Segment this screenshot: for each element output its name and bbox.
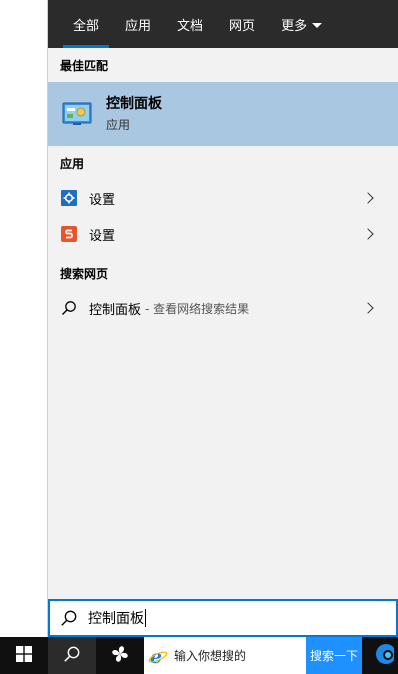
- tab-all[interactable]: 全部: [60, 0, 112, 48]
- edge-browser-button[interactable]: [362, 637, 396, 674]
- search-icon: [61, 300, 77, 316]
- tab-all-label: 全部: [73, 18, 100, 34]
- edge-browser-icon: [372, 643, 396, 669]
- search-input[interactable]: 控制面板: [48, 599, 398, 637]
- control-panel-icon: [62, 101, 92, 127]
- desktop-background: [0, 0, 48, 637]
- taskbar-search-placeholder: 输入你想搜的: [174, 649, 247, 663]
- section-web: 搜索网页: [60, 266, 109, 281]
- s-app-icon: [61, 226, 77, 242]
- chevron-right-icon[interactable]: [362, 192, 374, 204]
- search-icon: [60, 609, 78, 627]
- chevron-right-icon[interactable]: [362, 302, 374, 314]
- screen: 全部 应用 文档 网页 更多 最佳匹配 控制面板 应用 应用 设置 设置 搜索网…: [0, 0, 398, 674]
- section-apps: 应用: [60, 156, 85, 171]
- app-result-settings-alt[interactable]: 设置: [48, 216, 398, 252]
- app-result-label: 设置: [89, 192, 116, 208]
- tab-documents-label: 文档: [177, 18, 204, 34]
- chevron-right-icon[interactable]: [362, 228, 374, 240]
- best-match-result[interactable]: 控制面板 应用: [48, 82, 398, 146]
- tab-apps-label: 应用: [125, 18, 152, 34]
- taskbar-search-submit-button[interactable]: 搜索一下: [306, 637, 362, 674]
- ie-browser-icon: e: [148, 646, 168, 668]
- taskbar-search-button[interactable]: [48, 637, 96, 674]
- taskbar-web-search-field[interactable]: e 输入你想搜的: [144, 637, 306, 674]
- tab-web-label: 网页: [229, 18, 256, 34]
- tab-more[interactable]: 更多: [268, 0, 335, 48]
- start-search-panel: 全部 应用 文档 网页 更多 最佳匹配 控制面板 应用 应用 设置 设置 搜索网…: [47, 0, 398, 637]
- filter-tabbar: 全部 应用 文档 网页 更多: [48, 0, 398, 48]
- start-button[interactable]: [0, 637, 48, 674]
- app-result-settings[interactable]: 设置: [48, 180, 398, 216]
- web-result-description: - 查看网络搜索结果: [145, 301, 250, 316]
- search-icon: [63, 645, 81, 667]
- tab-apps[interactable]: 应用: [112, 0, 164, 48]
- best-match-subtitle: 应用: [106, 118, 131, 132]
- settings-gear-icon: [61, 190, 77, 206]
- app-result-label: 设置: [89, 228, 116, 244]
- tab-documents[interactable]: 文档: [164, 0, 216, 48]
- text-cursor: [145, 609, 146, 627]
- web-result[interactable]: 控制面板 - 查看网络搜索结果: [48, 290, 398, 326]
- windows-logo-icon: [16, 645, 32, 666]
- chevron-down-icon: [312, 22, 323, 28]
- tab-web[interactable]: 网页: [216, 0, 268, 48]
- best-match-title: 控制面板: [106, 96, 162, 112]
- svg-text:e: e: [150, 646, 162, 666]
- search-input-value: 控制面板: [88, 611, 144, 627]
- web-result-label: 控制面板: [89, 302, 142, 318]
- taskbar: e 输入你想搜的 搜索一下: [0, 637, 398, 674]
- tab-more-label: 更多: [281, 18, 308, 34]
- pinwheel-icon: [109, 643, 131, 669]
- section-best-match: 最佳匹配: [60, 58, 109, 73]
- task-view-button[interactable]: [96, 637, 144, 674]
